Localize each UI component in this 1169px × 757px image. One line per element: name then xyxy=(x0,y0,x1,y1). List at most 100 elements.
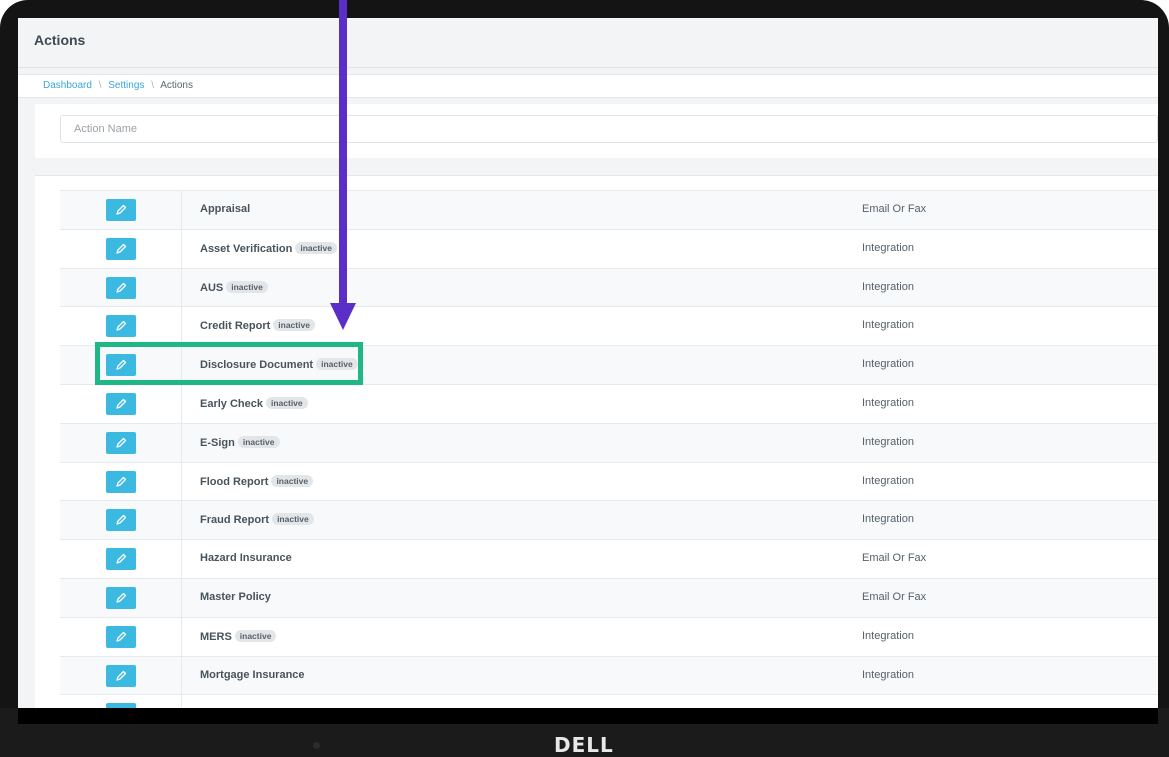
actions-table: Appraisal Email Or Fax Asset Verification i… xyxy=(60,190,1158,708)
filter-panel xyxy=(35,104,1158,158)
screen-bottom-strip xyxy=(18,708,1158,724)
pencil-icon xyxy=(116,476,127,487)
edit-cell xyxy=(60,540,182,578)
action-type-cell: Integration xyxy=(862,358,914,371)
table-row: Flood Report inactive Integration xyxy=(60,461,1158,501)
action-name: Hazard Insurance xyxy=(200,552,292,565)
table-row: E-Sign inactive Integration xyxy=(60,422,1158,462)
pencil-icon xyxy=(116,321,127,332)
breadcrumb-dashboard[interactable]: Dashboard xyxy=(43,80,92,91)
action-name: Fraud Report xyxy=(200,514,270,527)
action-type-cell: Integration xyxy=(862,280,914,293)
annotation-arrow-icon xyxy=(330,0,356,330)
inactive-badge: inactive xyxy=(237,435,280,448)
edit-cell xyxy=(60,423,182,462)
edit-cell xyxy=(60,695,182,708)
edit-cell xyxy=(60,617,182,656)
action-type-cell: Email Or Fax xyxy=(862,552,927,565)
edit-cell xyxy=(60,578,182,617)
pencil-icon xyxy=(116,204,127,215)
table-row: Fraud Report inactive Integration xyxy=(60,500,1158,540)
page-header: Actions xyxy=(18,18,1158,68)
action-name-cell[interactable]: Early Check inactive xyxy=(200,396,308,410)
action-name-filter-input[interactable] xyxy=(60,115,1158,143)
edit-button[interactable] xyxy=(106,199,136,221)
action-type-cell: Integration xyxy=(862,474,914,487)
action-name-cell[interactable]: AUS inactive xyxy=(200,280,268,294)
action-name-cell[interactable]: Credit Report inactive xyxy=(200,319,315,332)
table-row: Early Check inactive Integration xyxy=(60,383,1158,423)
action-type-cell: Integration xyxy=(862,319,914,332)
edit-button[interactable] xyxy=(106,315,136,338)
action-type-cell: Integration xyxy=(862,513,914,526)
edit-button[interactable] xyxy=(106,625,136,648)
breadcrumb-separator: \ xyxy=(98,80,102,91)
action-name-cell[interactable]: E-Sign inactive xyxy=(200,435,280,449)
edit-cell xyxy=(60,501,182,540)
edit-button[interactable] xyxy=(106,431,136,454)
action-name-cell[interactable]: Appraisal xyxy=(200,203,250,215)
action-type-cell: Integration xyxy=(862,629,914,642)
pencil-icon xyxy=(116,631,127,642)
edit-cell xyxy=(60,229,182,268)
action-type-cell: Email Or Fax xyxy=(862,203,927,215)
action-name-cell[interactable]: MERS inactive xyxy=(200,629,277,643)
pencil-icon xyxy=(116,437,127,448)
brand-logo: DELL xyxy=(554,733,614,757)
edit-cell xyxy=(60,268,182,307)
breadcrumb-separator: \ xyxy=(151,80,154,91)
action-type-cell: Integration xyxy=(862,668,914,681)
breadcrumb: Dashboard \ Settings \ Actions xyxy=(18,74,1158,98)
edit-button[interactable] xyxy=(106,392,136,415)
action-name-cell[interactable]: Master Policy xyxy=(200,591,271,603)
actions-list-panel: Appraisal Email Or Fax Asset Verification i… xyxy=(35,175,1158,708)
inactive-badge: inactive xyxy=(265,396,308,409)
table-row: MERS inactive Integration xyxy=(60,616,1158,656)
action-type-cell: Integration xyxy=(862,435,914,448)
edit-button[interactable] xyxy=(106,548,136,571)
edit-cell xyxy=(60,656,182,695)
action-name: Credit Report xyxy=(200,320,271,333)
inactive-badge: inactive xyxy=(273,319,315,332)
edit-button[interactable] xyxy=(106,470,136,493)
action-name: E-Sign xyxy=(200,436,235,449)
pencil-icon xyxy=(116,515,127,526)
table-row xyxy=(60,694,1158,708)
edit-cell xyxy=(60,462,182,501)
edit-button[interactable] xyxy=(106,509,136,532)
edit-button[interactable] xyxy=(106,664,136,687)
inactive-badge: inactive xyxy=(234,629,277,642)
action-name: MERS xyxy=(200,630,232,643)
action-name-cell[interactable]: Mortgage Insurance xyxy=(200,669,305,681)
table-row: Credit Report inactive Integration xyxy=(60,306,1158,346)
inactive-badge: inactive xyxy=(272,513,314,526)
table-row: Asset Verification inactive Integration xyxy=(60,228,1158,268)
highlight-box-disclosure-document xyxy=(95,342,363,385)
edit-button[interactable] xyxy=(106,586,136,609)
edit-button[interactable] xyxy=(106,237,136,260)
pencil-icon xyxy=(116,554,127,564)
action-name-cell[interactable]: Fraud Report inactive xyxy=(200,513,314,526)
action-name-cell[interactable]: Asset Verification inactive xyxy=(200,241,337,255)
inactive-badge: inactive xyxy=(271,474,314,487)
pencil-icon xyxy=(116,398,127,409)
action-name-cell[interactable]: Hazard Insurance xyxy=(200,552,292,564)
edit-cell xyxy=(60,307,182,346)
action-name: Flood Report xyxy=(200,475,269,488)
table-row: Appraisal Email Or Fax xyxy=(60,190,1158,229)
edit-cell xyxy=(60,191,182,229)
table-row: AUS inactive Integration xyxy=(60,267,1158,307)
breadcrumb-current: Actions xyxy=(160,80,193,91)
pencil-icon xyxy=(116,243,127,254)
pencil-icon xyxy=(116,592,127,603)
page-title: Actions xyxy=(34,32,86,48)
indicator-light xyxy=(313,742,320,749)
action-name: Master Policy xyxy=(200,590,271,603)
action-name: Early Check xyxy=(200,397,263,410)
table-row: Hazard Insurance Email Or Fax xyxy=(60,539,1158,578)
action-name-cell[interactable]: Flood Report inactive xyxy=(200,474,314,488)
action-name: Mortgage Insurance xyxy=(200,668,305,681)
breadcrumb-settings[interactable]: Settings xyxy=(108,80,144,91)
table-row: Mortgage Insurance Integration xyxy=(60,655,1158,695)
edit-button[interactable] xyxy=(106,276,136,299)
